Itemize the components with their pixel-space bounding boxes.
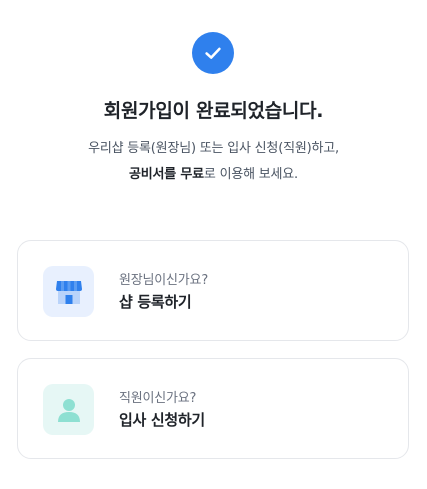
register-shop-card[interactable]: 원장님이신가요? 샵 등록하기 <box>17 240 409 341</box>
owner-question: 원장님이신가요? <box>119 273 209 288</box>
register-shop-label: 샵 등록하기 <box>119 293 192 311</box>
description-line-1: 우리샵 등록(원장님) 또는 입사 신청(직원)하고, <box>88 141 339 156</box>
person-icon <box>43 384 94 435</box>
description-line-2: 공비서를 무료로 이용해 보세요. <box>0 163 427 182</box>
apply-job-label: 입사 신청하기 <box>119 411 205 429</box>
page-title: 회원가입이 완료되었습니다. <box>103 100 324 122</box>
description-rest: 로 이용해 보세요. <box>203 167 298 182</box>
success-check-icon <box>192 32 234 74</box>
description-highlight: 공비서를 무료 <box>128 167 204 182</box>
staff-question: 직원이신가요? <box>119 391 197 406</box>
store-icon <box>43 266 94 317</box>
apply-job-card[interactable]: 직원이신가요? 입사 신청하기 <box>17 358 409 459</box>
